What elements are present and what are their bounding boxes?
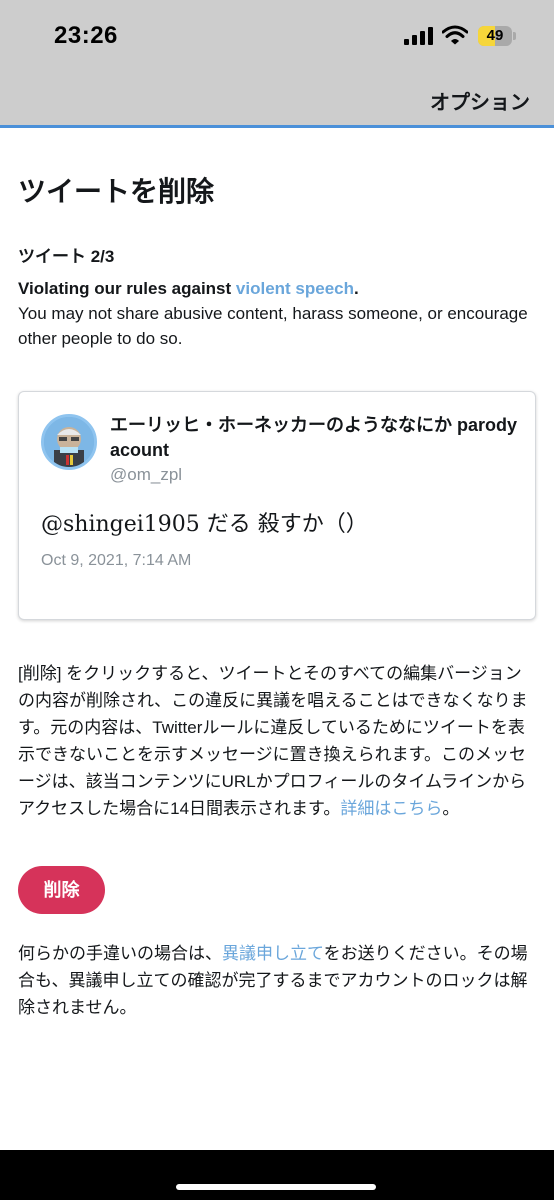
delete-button[interactable]: 削除 <box>18 866 105 914</box>
appeal-text: 何らかの手違いの場合は、異議申し立てをお送りください。その場合も、異議申し立ての… <box>18 940 538 1021</box>
delete-info-body: [削除] をクリックすると、ツイートとそのすべての編集バージョンの内容が削除され… <box>18 664 528 818</box>
appeal-link[interactable]: 異議申し立て <box>222 944 324 963</box>
page-title: ツイートを削除 <box>18 176 215 207</box>
delete-info-text: [削除] をクリックすると、ツイートとそのすべての編集バージョンの内容が削除され… <box>18 660 538 822</box>
tweet-handle: @om_zpl <box>110 465 183 484</box>
tweet-card: エーリッヒ・ホーネッカーのようななにか parody acount @om_zp… <box>18 391 536 620</box>
tweet-date: Oct 9, 2021, 7:14 AM <box>41 552 192 569</box>
nav-bar: オプション <box>0 74 554 128</box>
home-indicator[interactable] <box>176 1184 376 1190</box>
status-time: 23:26 <box>54 22 118 49</box>
options-button[interactable]: オプション <box>430 86 530 115</box>
bottom-bar <box>0 1150 554 1200</box>
signal-icon <box>404 27 433 45</box>
tweet-count: ツイート 2/3 <box>18 247 115 266</box>
battery-level: 49 <box>486 27 504 44</box>
violation-notice: Violating our rules against violent spee… <box>18 276 538 351</box>
avatar <box>41 414 97 470</box>
violation-suffix: . <box>354 279 359 298</box>
learn-more-link[interactable]: 詳細はこちら <box>340 799 442 818</box>
appeal-prefix: 何らかの手違いの場合は、 <box>18 944 222 963</box>
violation-prefix: Violating our rules against <box>18 279 236 298</box>
delete-info-suffix: 。 <box>442 799 460 818</box>
wifi-icon <box>442 25 468 45</box>
avatar-portrait-icon <box>44 417 94 467</box>
status-bar: 23:26 49 <box>0 0 554 74</box>
violent-speech-link[interactable]: violent speech <box>236 279 354 298</box>
tweet-text: @shingei1905 だる 殺すか（） <box>41 512 368 537</box>
tweet-display-name: エーリッヒ・ホーネッカーのようななにか parody acount <box>110 415 518 460</box>
violation-detail: You may not share abusive content, haras… <box>18 304 528 348</box>
battery-icon: 49 <box>478 26 516 46</box>
